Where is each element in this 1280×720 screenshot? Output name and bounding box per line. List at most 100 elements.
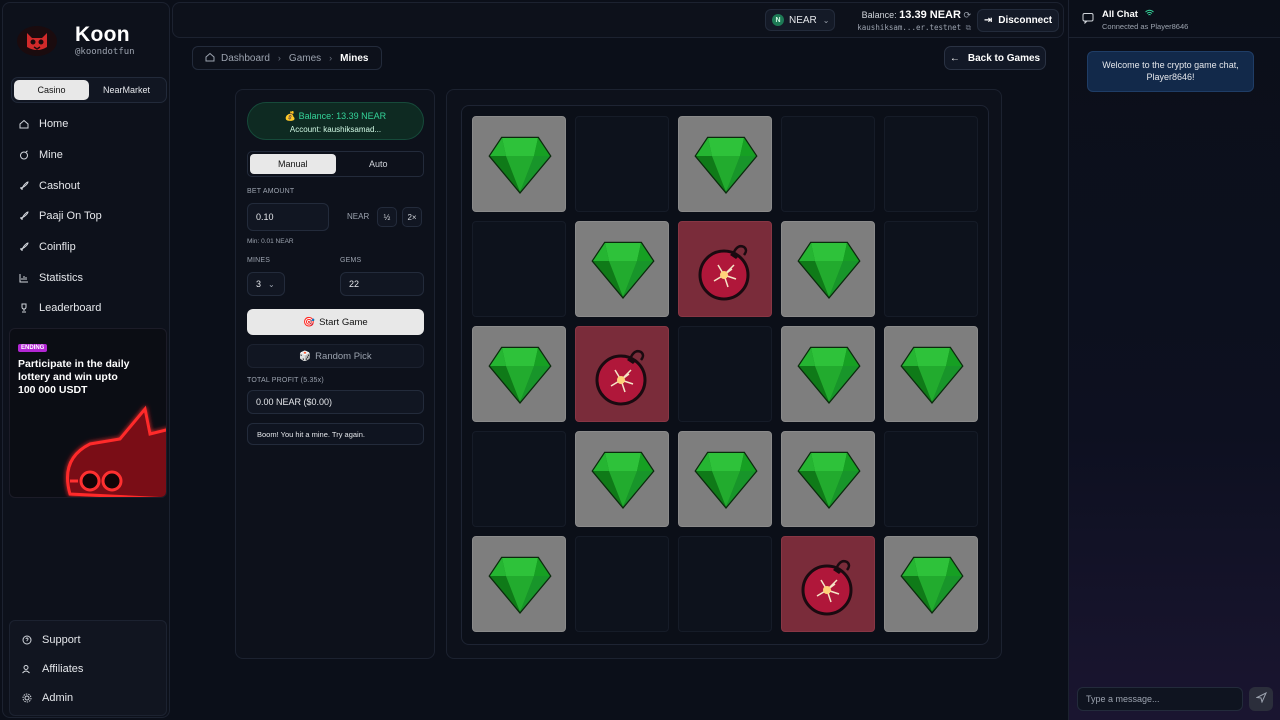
total-profit-field: 0.00 NEAR ($0.00): [247, 390, 424, 414]
bet-amount-input[interactable]: 0.10: [247, 203, 329, 231]
panel-account: Account: kaushiksamad...: [289, 125, 382, 134]
half-bet-button[interactable]: ½: [377, 207, 397, 227]
refresh-icon[interactable]: ⟳: [963, 10, 971, 20]
gem-tile[interactable]: [472, 536, 566, 632]
hidden-tile[interactable]: [678, 536, 772, 632]
nav-item-home[interactable]: Home: [11, 109, 167, 140]
gem-tile[interactable]: [472, 326, 566, 422]
brand[interactable]: Koon @koondotfun: [13, 23, 135, 59]
chat-message-input[interactable]: Type a message...: [1077, 687, 1243, 711]
lottery-promo-banner[interactable]: ENDING Participate in the daily lottery …: [9, 328, 167, 498]
mine-tile[interactable]: [781, 536, 875, 632]
hidden-tile[interactable]: [884, 221, 978, 317]
casino-toggle-button[interactable]: Casino: [14, 80, 89, 100]
gem-icon: [797, 239, 861, 306]
app-root: Koon @koondotfun Casino NearMarket Home …: [0, 0, 1280, 720]
chat-welcome-message: Welcome to the crypto game chat, Player8…: [1087, 51, 1254, 92]
hidden-tile[interactable]: [472, 431, 566, 527]
nav-item-leaderboard[interactable]: Leaderboard: [11, 293, 167, 324]
random-label: Random Pick: [315, 350, 372, 362]
gem-tile[interactable]: [575, 221, 669, 317]
nav-label: Leaderboard: [39, 302, 102, 315]
trophy-icon: [19, 303, 29, 313]
copy-icon[interactable]: ⧉: [966, 23, 971, 32]
home-icon: [19, 119, 29, 129]
double-bet-button[interactable]: 2×: [402, 207, 422, 227]
gem-icon: [694, 134, 758, 201]
hidden-tile[interactable]: [884, 116, 978, 212]
nav-item-admin[interactable]: Admin: [10, 683, 166, 712]
mines-label: MINES: [247, 257, 271, 264]
nav-label: Coinflip: [39, 241, 76, 254]
gem-icon: [488, 554, 552, 621]
koon-logo-icon: [13, 23, 61, 59]
back-label: Back to Games: [967, 52, 1041, 64]
disconnect-button[interactable]: ⇥ Disconnect: [977, 9, 1059, 32]
gem-tile[interactable]: [678, 431, 772, 527]
gem-tile[interactable]: [884, 536, 978, 632]
nav-item-affiliates[interactable]: Affiliates: [10, 654, 166, 683]
gem-tile[interactable]: [884, 326, 978, 422]
total-profit-label: TOTAL PROFIT (5.35x): [247, 377, 324, 384]
breadcrumb-current: Mines: [340, 52, 369, 64]
control-panel: 💰 Balance: 13.39 NEAR Account: kaushiksa…: [235, 89, 435, 659]
mines-select[interactable]: 3 ⌄: [247, 272, 285, 296]
nearmarket-toggle-button[interactable]: NearMarket: [89, 80, 164, 100]
hidden-tile[interactable]: [472, 221, 566, 317]
hidden-tile[interactable]: [575, 116, 669, 212]
back-to-games-button[interactable]: ← Back to Games: [944, 46, 1046, 70]
gem-tile[interactable]: [472, 116, 566, 212]
random-pick-button[interactable]: 🎲 Random Pick: [247, 344, 424, 368]
nav-item-statistics[interactable]: Statistics: [11, 262, 167, 293]
gem-icon: [900, 344, 964, 411]
top-bar: N NEAR ⌄ Balance: 13.39 NEAR ⟳ kaushiksa…: [172, 2, 1064, 38]
nav-label: Statistics: [39, 271, 84, 284]
hidden-tile[interactable]: [781, 116, 875, 212]
chevron-right-icon: ›: [277, 53, 281, 63]
nav-item-coinflip[interactable]: Coinflip: [11, 232, 167, 263]
chevron-down-icon: ⌄: [822, 15, 830, 25]
disconnect-label: Disconnect: [998, 15, 1053, 26]
mines-value: 3: [256, 279, 262, 289]
nav-item-mine[interactable]: Mine: [11, 140, 167, 171]
tab-manual[interactable]: Manual: [250, 154, 336, 174]
bet-unit: NEAR: [347, 212, 370, 221]
nav-item-paaji[interactable]: Paaji On Top: [11, 201, 167, 232]
chat-header: All Chat Connected as Player8646: [1069, 0, 1280, 38]
breadcrumb-dashboard[interactable]: Dashboard: [221, 53, 270, 64]
mine-tile[interactable]: [678, 221, 772, 317]
bomb-icon: [694, 239, 758, 308]
breadcrumb-games[interactable]: Games: [289, 53, 321, 64]
gem-tile[interactable]: [781, 326, 875, 422]
koon-mascot-icon: [50, 399, 166, 497]
chart-icon: [19, 273, 29, 283]
hidden-tile[interactable]: [678, 326, 772, 422]
chat-subtitle: Connected as Player8646: [1102, 22, 1189, 31]
nav-item-cashout[interactable]: Cashout: [11, 170, 167, 201]
gem-icon: [797, 344, 861, 411]
start-game-button[interactable]: 🎯 Start Game: [247, 309, 424, 335]
gems-field: 22: [340, 272, 424, 296]
hidden-tile[interactable]: [575, 536, 669, 632]
send-icon: [1254, 690, 1267, 708]
gear-icon: [22, 693, 32, 703]
mine-tile[interactable]: [575, 326, 669, 422]
sidebar: Koon @koondotfun Casino NearMarket Home …: [2, 2, 170, 718]
network-select[interactable]: N NEAR ⌄: [765, 9, 835, 31]
bomb-icon: [591, 344, 655, 413]
tab-auto[interactable]: Auto: [336, 154, 422, 174]
gem-tile[interactable]: [678, 116, 772, 212]
hidden-tile[interactable]: [884, 431, 978, 527]
rocket-icon: [19, 242, 29, 252]
bomb-icon: [797, 554, 861, 623]
nav-item-support[interactable]: Support: [10, 625, 166, 654]
rocket-icon: [19, 181, 29, 191]
gem-tile[interactable]: [781, 221, 875, 317]
near-logo-icon: N: [772, 14, 784, 26]
promo-badge: ENDING: [18, 344, 48, 352]
send-button[interactable]: [1249, 687, 1273, 711]
gem-tile[interactable]: [781, 431, 875, 527]
gems-label: GEMS: [340, 257, 362, 264]
nav-label: Home: [39, 118, 69, 131]
gem-tile[interactable]: [575, 431, 669, 527]
